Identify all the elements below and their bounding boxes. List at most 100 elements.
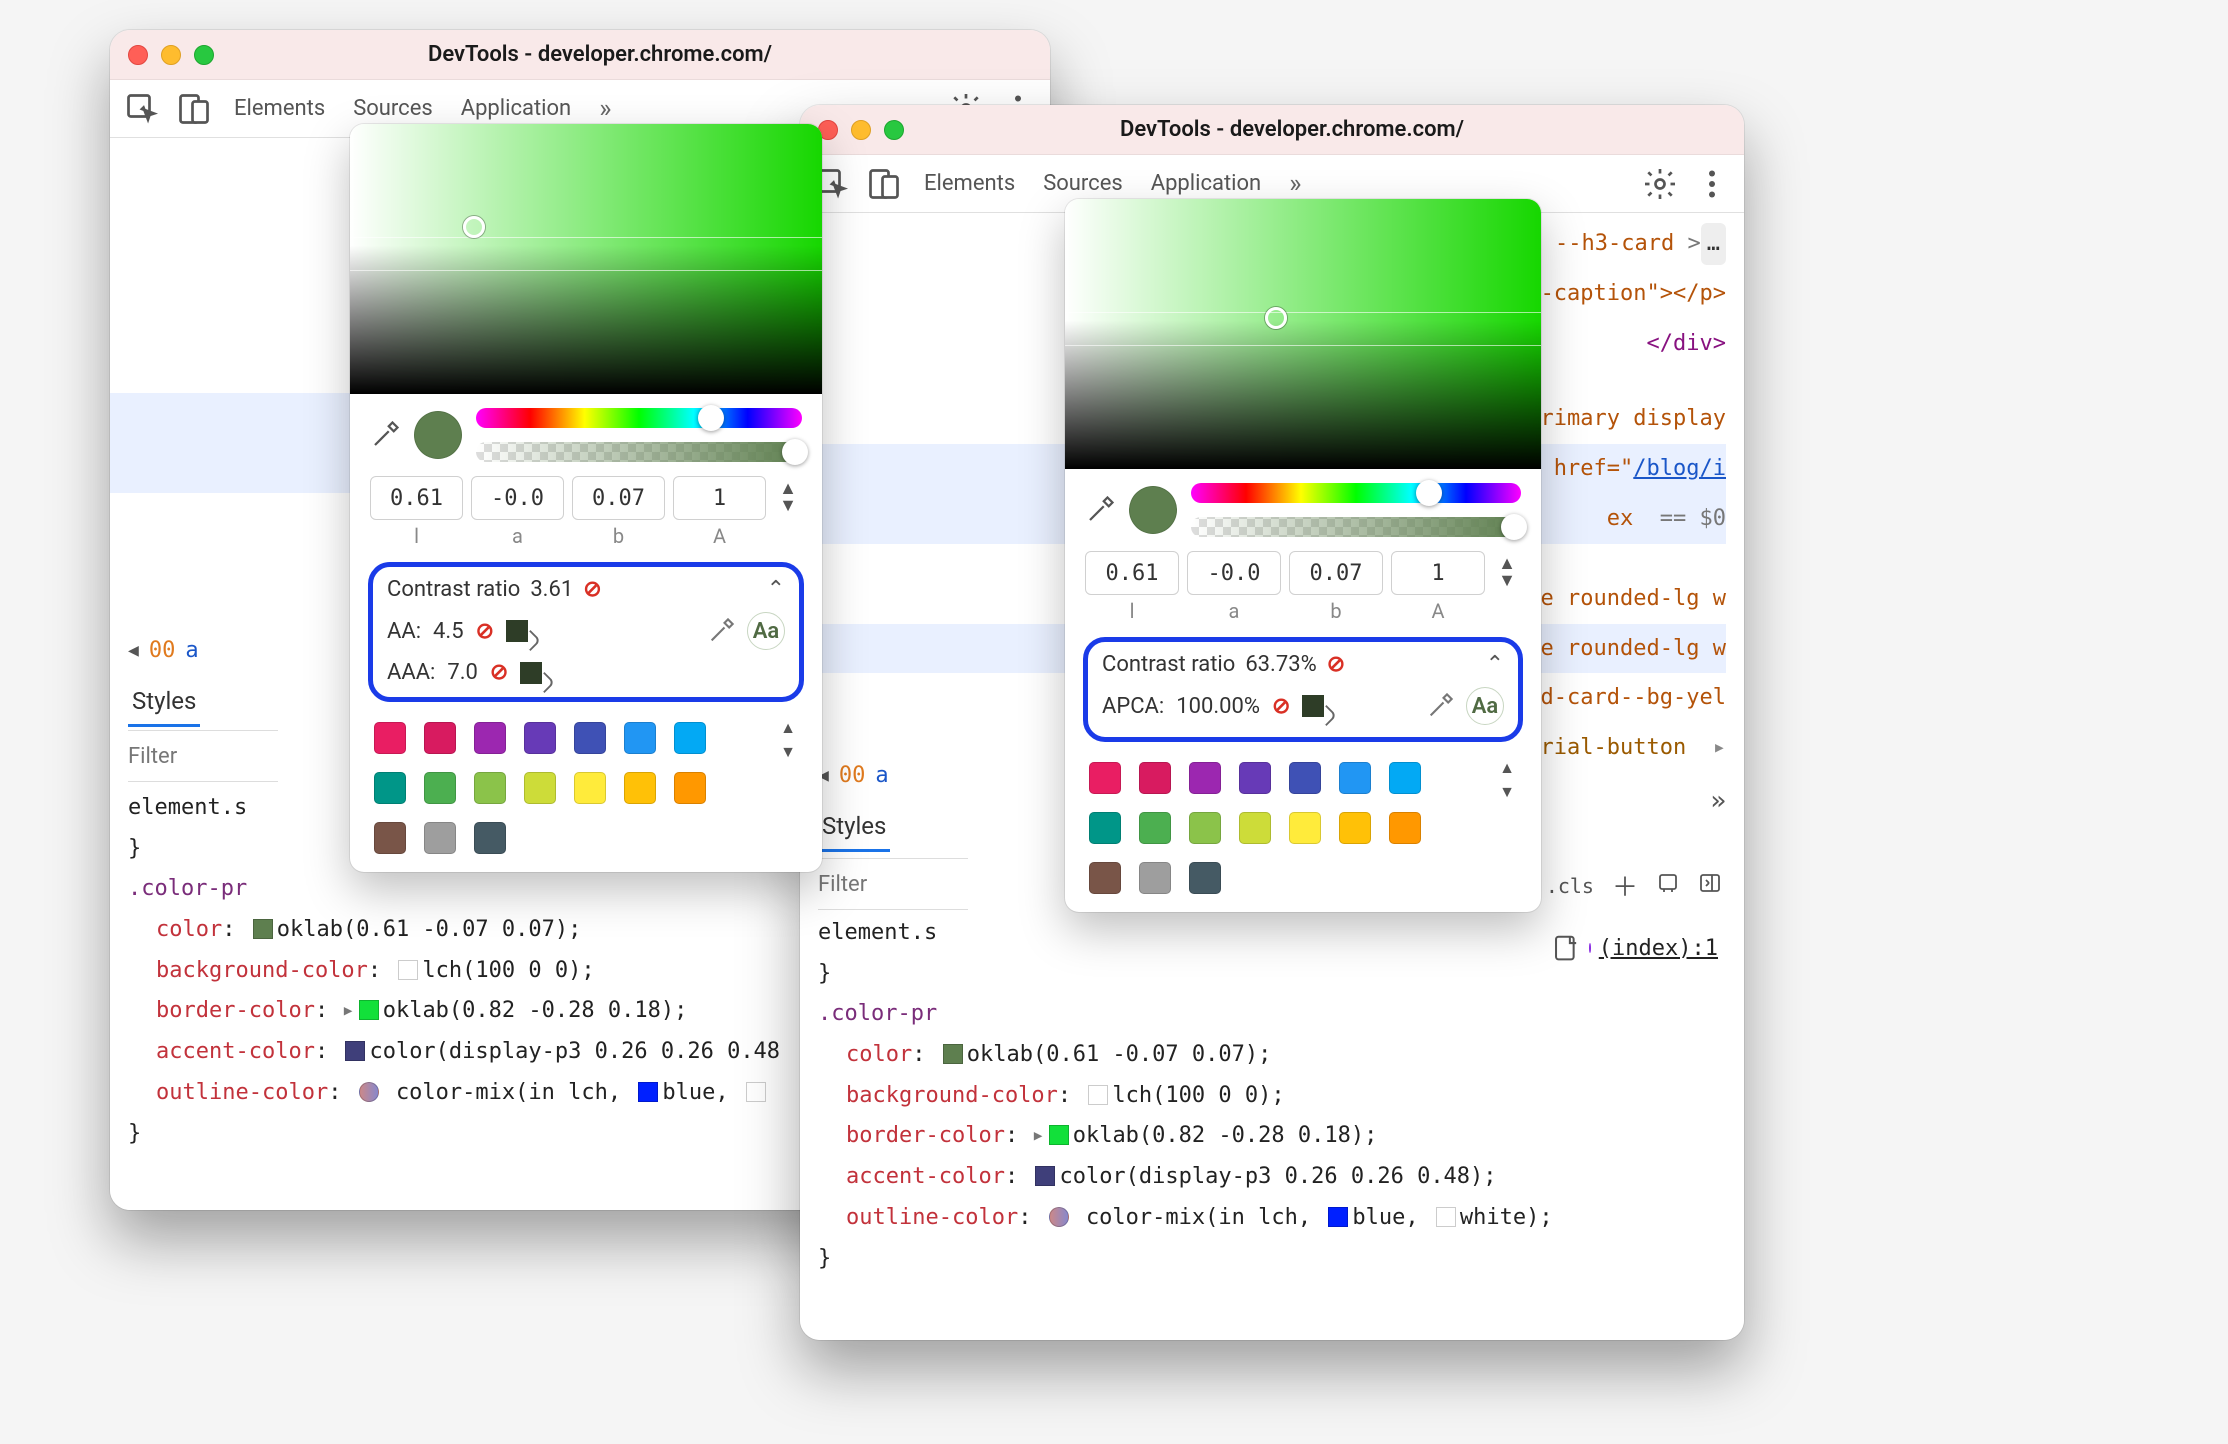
tab-styles[interactable]: Styles: [128, 678, 200, 727]
color-swatch-icon[interactable]: [345, 1041, 365, 1061]
palette-swatch[interactable]: [1139, 862, 1171, 894]
value-l-input[interactable]: 0.61: [370, 476, 463, 520]
palette-swatch[interactable]: [1089, 812, 1121, 844]
hue-slider[interactable]: [1191, 483, 1521, 503]
color-swatch-icon[interactable]: [1328, 1207, 1348, 1227]
fix-swatch-icon[interactable]: [1302, 695, 1324, 717]
fix-swatch-icon[interactable]: [506, 620, 528, 642]
palette-swatch[interactable]: [524, 772, 556, 804]
inspect-element-icon[interactable]: [124, 91, 160, 127]
color-swatch-icon[interactable]: [943, 1044, 963, 1064]
css-property[interactable]: accent-color: [156, 1039, 315, 1064]
kebab-menu-icon[interactable]: [1694, 166, 1730, 202]
palette-swatch[interactable]: [1289, 812, 1321, 844]
palette-swatch[interactable]: [674, 772, 706, 804]
sv-cursor[interactable]: [1265, 307, 1287, 329]
add-rule-icon[interactable]: ＋: [1612, 867, 1638, 904]
cls-toggle[interactable]: .cls: [1546, 874, 1594, 898]
color-swatch-icon[interactable]: [1049, 1125, 1069, 1145]
css-property[interactable]: outline-color: [846, 1205, 1018, 1230]
alpha-slider[interactable]: [476, 442, 802, 462]
palette-stepper[interactable]: ▲▼: [1499, 758, 1515, 802]
fix-swatch-icon[interactable]: [520, 662, 542, 684]
alpha-slider[interactable]: [1191, 517, 1521, 537]
color-swatch-icon[interactable]: [1436, 1207, 1456, 1227]
tab-sources[interactable]: Sources: [347, 96, 439, 121]
palette-swatch[interactable]: [624, 722, 656, 754]
filter-input[interactable]: Filter: [818, 858, 968, 910]
palette-swatch[interactable]: [424, 772, 456, 804]
palette-swatch[interactable]: [424, 722, 456, 754]
palette-swatch[interactable]: [1239, 812, 1271, 844]
value-b-input[interactable]: 0.07: [572, 476, 665, 520]
palette-swatch[interactable]: [374, 722, 406, 754]
color-swatch-icon[interactable]: [1035, 1166, 1055, 1186]
color-swatch-icon[interactable]: [398, 960, 418, 980]
palette-swatch[interactable]: [474, 772, 506, 804]
eyedropper-icon[interactable]: [370, 420, 400, 450]
color-swatch-icon[interactable]: [359, 1000, 379, 1020]
tab-sources[interactable]: Sources: [1037, 171, 1129, 196]
palette-swatch[interactable]: [1389, 762, 1421, 794]
window-minimize-button[interactable]: [161, 45, 181, 65]
css-property[interactable]: background-color: [156, 958, 368, 983]
chevron-up-icon[interactable]: ⌃: [1486, 652, 1504, 677]
palette-swatch[interactable]: [424, 822, 456, 854]
css-property[interactable]: border-color: [156, 998, 315, 1023]
crumb-item[interactable]: a: [185, 638, 198, 663]
css-value[interactable]: color-mix(in lch,: [396, 1080, 621, 1105]
eyedropper-icon[interactable]: [707, 617, 735, 645]
tab-styles[interactable]: Styles: [818, 803, 890, 852]
caret-left-icon[interactable]: ◀: [128, 640, 139, 661]
palette-swatch[interactable]: [1289, 762, 1321, 794]
tab-elements[interactable]: Elements: [228, 96, 331, 121]
color-swatch-icon[interactable]: [638, 1082, 658, 1102]
print-hover-icon[interactable]: [1656, 871, 1680, 900]
palette-swatch[interactable]: [574, 722, 606, 754]
saturation-value-field[interactable]: [1065, 199, 1541, 469]
device-toolbar-icon[interactable]: [866, 166, 902, 202]
palette-stepper[interactable]: ▲▼: [780, 718, 796, 762]
window-zoom-button[interactable]: [194, 45, 214, 65]
css-property[interactable]: border-color: [846, 1123, 1005, 1148]
link[interactable]: /blog/i: [1633, 456, 1726, 481]
palette-swatch[interactable]: [674, 722, 706, 754]
palette-swatch[interactable]: [1389, 812, 1421, 844]
css-value[interactable]: color-mix(in lch,: [1086, 1205, 1311, 1230]
hue-slider[interactable]: [476, 408, 802, 428]
palette-swatch[interactable]: [1189, 812, 1221, 844]
crumb-item[interactable]: 00: [149, 638, 176, 663]
chevron-up-icon[interactable]: ⌃: [767, 577, 785, 602]
tab-elements[interactable]: Elements: [918, 171, 1021, 196]
eyedropper-icon[interactable]: [1085, 495, 1115, 525]
value-a-input[interactable]: -0.0: [471, 476, 564, 520]
palette-swatch[interactable]: [1189, 862, 1221, 894]
palette-swatch[interactable]: [574, 772, 606, 804]
window-zoom-button[interactable]: [884, 120, 904, 140]
value-alpha-input[interactable]: 1: [673, 476, 766, 520]
crumb-item[interactable]: a: [875, 763, 888, 788]
css-property[interactable]: background-color: [846, 1083, 1058, 1108]
color-swatch-icon[interactable]: [1088, 1085, 1108, 1105]
tab-application[interactable]: Application: [1145, 171, 1267, 196]
filter-input[interactable]: Filter: [128, 730, 278, 782]
aa-preview-button[interactable]: Aa: [1466, 687, 1504, 725]
palette-swatch[interactable]: [1139, 812, 1171, 844]
palette-swatch[interactable]: [374, 822, 406, 854]
overflow-tabs-icon[interactable]: »: [593, 94, 617, 124]
format-stepper[interactable]: ▲▼: [1493, 556, 1521, 589]
panel-layout-icon[interactable]: [1698, 871, 1722, 900]
css-value[interactable]: color(display-p3 0.26 0.26 0.48: [369, 1039, 780, 1064]
css-property[interactable]: color: [846, 1042, 912, 1067]
palette-swatch[interactable]: [624, 772, 656, 804]
palette-swatch[interactable]: [1139, 762, 1171, 794]
css-value[interactable]: lch(100 0 0);: [1112, 1083, 1284, 1108]
palette-swatch[interactable]: [1339, 812, 1371, 844]
value-alpha-input[interactable]: 1: [1391, 551, 1485, 595]
palette-swatch[interactable]: [1239, 762, 1271, 794]
color-mix-icon[interactable]: [359, 1082, 379, 1102]
css-property[interactable]: color: [156, 917, 222, 942]
sv-cursor[interactable]: [463, 216, 485, 238]
palette-swatch[interactable]: [1089, 762, 1121, 794]
saturation-value-field[interactable]: [350, 124, 822, 394]
